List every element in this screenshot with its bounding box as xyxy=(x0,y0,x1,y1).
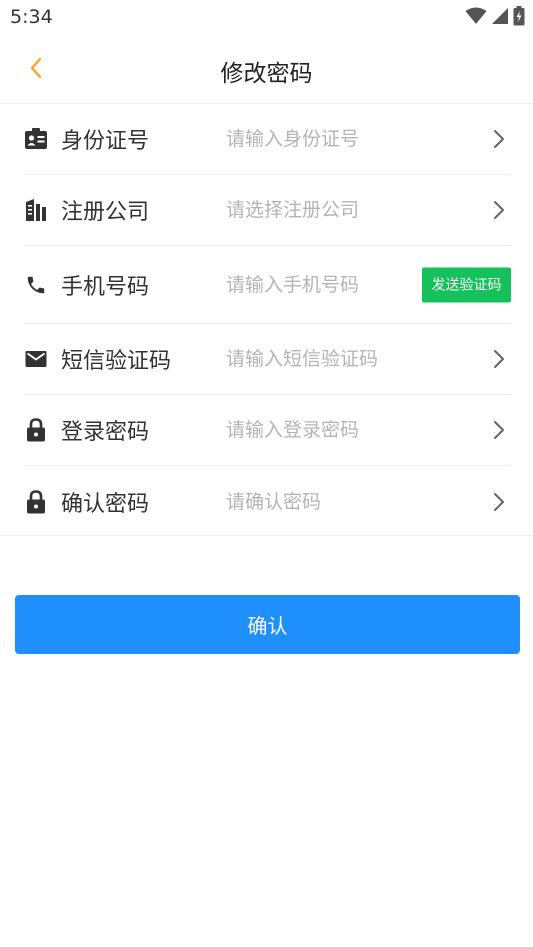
lock-icon xyxy=(24,489,48,514)
nav-bar: 修改密码 xyxy=(0,36,533,104)
status-icons xyxy=(465,6,525,30)
battery-charging-icon xyxy=(513,6,525,30)
company-select[interactable] xyxy=(226,192,416,228)
chevron-right-icon xyxy=(489,198,509,222)
chevron-right-icon xyxy=(489,347,509,371)
chevron-right-icon xyxy=(489,490,509,514)
sms-code-input[interactable] xyxy=(226,341,416,377)
login-password-label: 登录密码 xyxy=(61,420,150,445)
send-code-button[interactable]: 发送验证码 xyxy=(422,267,511,302)
cell-signal-icon xyxy=(491,7,509,29)
chevron-right-icon xyxy=(489,127,509,151)
id-number-row: 身份证号 xyxy=(24,104,511,175)
phone-label: 手机号码 xyxy=(61,274,150,300)
confirm-button[interactable]: 确认 xyxy=(15,595,520,654)
change-password-form: 身份证号 注册公司 手机号码 发送验证码 xyxy=(0,104,533,537)
confirm-password-label: 确认密码 xyxy=(61,491,150,517)
status-bar: 5:34 xyxy=(0,0,533,36)
confirm-password-input[interactable] xyxy=(226,483,416,520)
login-password-row: 登录密码 xyxy=(24,395,511,466)
building-icon xyxy=(24,198,48,222)
id-card-icon xyxy=(24,127,48,151)
confirm-password-row: 确认密码 xyxy=(24,466,511,537)
company-label: 注册公司 xyxy=(61,200,150,225)
page-title: 修改密码 xyxy=(220,61,313,87)
chevron-right-icon xyxy=(489,418,509,442)
form-divider xyxy=(0,535,533,536)
wifi-icon xyxy=(465,7,487,29)
sms-code-label: 短信验证码 xyxy=(61,349,172,374)
sms-code-row: 短信验证码 xyxy=(24,324,511,395)
phone-icon xyxy=(24,273,48,297)
status-time: 5:34 xyxy=(10,6,53,28)
company-row[interactable]: 注册公司 xyxy=(24,175,511,246)
phone-row: 手机号码 发送验证码 xyxy=(24,246,511,324)
mail-icon xyxy=(24,347,48,371)
phone-input[interactable] xyxy=(226,266,416,303)
lock-icon xyxy=(24,418,48,442)
id-number-label: 身份证号 xyxy=(61,129,150,154)
login-password-input[interactable] xyxy=(226,412,416,448)
id-number-input[interactable] xyxy=(226,121,416,157)
